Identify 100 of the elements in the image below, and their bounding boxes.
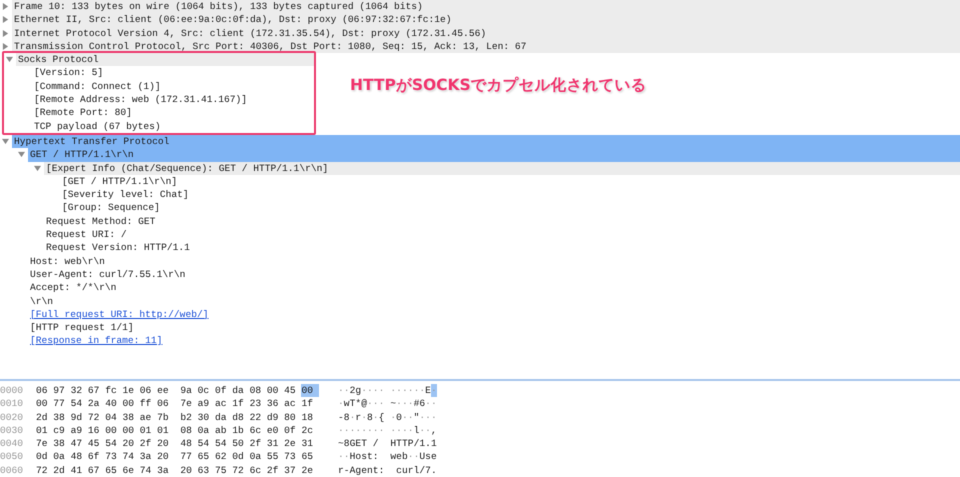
ascii-char: 2 [350,384,356,398]
tree-item[interactable]: Internet Protocol Version 4, Src: client (172.31.35.54), Dst: proxy (172.31.45.56) [12,26,960,40]
ascii-char: · [372,384,379,398]
hex-byte: 74 [140,464,152,477]
hex-byte: 6c [250,424,262,438]
hex-byte: 74 [122,450,135,464]
ascii-char: · [338,397,344,411]
ascii-char: r [338,464,344,477]
ascii-char: - [344,464,350,477]
tree-item[interactable]: [Version: 5] [32,66,104,80]
hex-byte: 2d [53,464,66,477]
ascii-char: · [372,397,379,411]
hex-offset: 0060 [0,464,24,477]
tree-link[interactable]: [Full request URI: http://web/] [28,308,208,322]
ascii-char: n [366,464,373,477]
hex-byte: d8 [232,410,245,424]
tree-item[interactable]: Accept: */*\r\n [28,281,116,295]
tree-item[interactable]: User-Agent: curl/7.55.1\r\n [28,268,186,282]
hex-byte: da [214,410,228,424]
hex-byte: 0d [36,450,49,464]
disclosure-triangle-icon[interactable] [34,164,41,172]
hex-byte: 0d [232,450,245,464]
hex-byte: 65 [198,450,210,464]
hex-byte: 2e [301,464,314,477]
disclosure-triangle-icon[interactable] [2,30,9,37]
disclosure-triangle-icon[interactable] [18,151,25,158]
ascii-char: · [378,384,384,398]
hex-byte: 54 [198,437,210,450]
annotation-text: HTTPがSOCKSでカプセル化されている [350,75,647,96]
ascii-char: 0 [396,410,402,424]
tree-item[interactable]: Request Version: HTTP/1.1 [44,241,190,255]
ascii-char: · [344,450,350,464]
ascii-char: · [425,397,431,411]
hex-byte: 3a [140,450,152,464]
disclosure-triangle-icon[interactable] [6,56,13,64]
ascii-char: · [378,397,384,411]
ascii-char: - [338,410,344,424]
ascii-char: . [430,464,437,477]
tree-item[interactable]: [Group: Sequence] [60,201,160,215]
ascii-char: H [350,450,356,464]
tree-item[interactable]: [GET / HTTP/1.1\r\n] [60,174,178,188]
hex-byte: 06 [140,384,152,398]
hex-byte: 1f [232,397,245,411]
tree-item[interactable]: Hypertext Transfer Protocol [12,134,960,148]
ascii-char: · [390,384,396,398]
tree-item[interactable]: GET / HTTP/1.1\r\n [28,148,960,162]
tree-item[interactable]: [Remote Address: web (172.31.41.167)] [32,93,248,106]
hex-byte: ac [284,397,297,411]
hex-byte: 48 [70,450,84,464]
ascii-char: · [408,424,414,438]
hex-byte: 45 [88,437,100,450]
tree-item[interactable]: Request Method: GET [44,214,156,228]
ascii-char: · [390,410,396,424]
tree-item[interactable]: \r\n [28,294,54,308]
ascii-char: · [414,384,420,398]
hex-byte: 00 [105,424,118,438]
tree-item[interactable]: [Command: Connect (1)] [32,80,161,94]
ascii-char: · [361,384,367,398]
hex-offset: 0000 [0,384,24,398]
ascii-char: g [355,464,362,477]
hex-byte: e0 [266,424,280,438]
tree-item[interactable]: Socks Protocol [16,53,314,66]
tree-item[interactable]: TCP payload (67 bytes) [32,120,161,133]
ascii-char: H [390,437,396,450]
tree-item[interactable]: Ethernet II, Src: client (06:ee:9a:0c:0f:da), Dst: proxy (06:97:32:67:fc:1e) [12,13,960,27]
tree-item[interactable]: Request URI: / [44,228,127,242]
disclosure-triangle-icon[interactable] [2,43,9,50]
ascii-char: · [408,384,414,398]
ascii-char: G [350,437,356,450]
tree-link[interactable]: [Response in frame: 11] [28,334,162,348]
tree-item[interactable]: Host: web\r\n [28,254,105,268]
ascii-char: · [408,397,414,411]
tree-item[interactable]: [Severity level: Chat] [60,188,189,202]
hex-byte: 20 [180,464,193,477]
hex-byte: 65 [301,450,314,464]
hex-byte: 2c [301,424,314,438]
ascii-char: " [414,410,420,424]
ascii-char: · [338,424,344,438]
ascii-char: · [344,424,350,438]
hex-byte: 50 [232,437,245,450]
hex-byte: 72 [36,464,49,477]
hex-byte: 1b [232,424,245,438]
hex-byte: 0a [53,450,66,464]
tree-item[interactable]: Frame 10: 133 bytes on wire (1064 bits), 133 bytes captured (1064 bits) [12,0,960,14]
tree-item[interactable]: [HTTP request 1/1] [28,321,134,334]
ascii-char: · [378,424,384,438]
hex-byte: 01 [140,424,152,438]
hex-byte: ac [214,397,228,411]
hex-byte: 6f [88,450,100,464]
hex-byte: 73 [284,450,297,464]
hex-byte: 3a [157,464,170,477]
disclosure-triangle-icon[interactable] [2,138,9,146]
tree-item[interactable]: [Expert Info (Chat/Sequence): GET / HTTP/1.1\r\n] [44,162,960,175]
hex-byte: 77 [53,397,66,411]
hex-byte: 6c [250,464,262,477]
hex-byte: c9 [53,424,66,438]
disclosure-triangle-icon[interactable] [2,3,9,10]
ascii-char: E [355,437,362,450]
disclosure-triangle-icon[interactable] [2,16,9,24]
tree-item[interactable]: [Remote Port: 80] [32,106,132,120]
